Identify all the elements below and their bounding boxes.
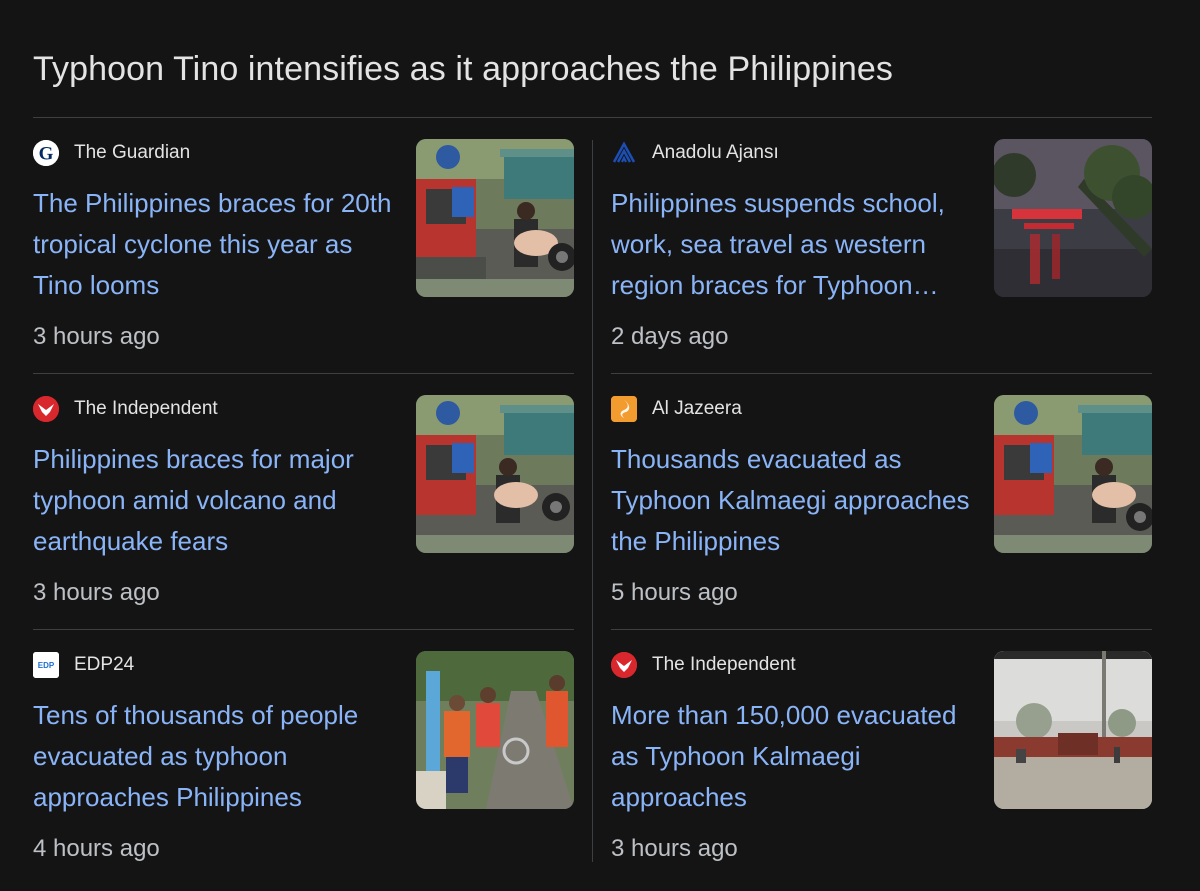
people-loading-tricycle-photo[interactable]	[994, 395, 1152, 553]
source-name: The Independent	[74, 398, 218, 419]
published-time: 3 hours ago	[33, 579, 160, 606]
svg-text:G: G	[39, 144, 54, 165]
source-name: Anadolu Ajansı	[652, 142, 779, 163]
news-card[interactable]: The Independent Philippines braces for m…	[33, 395, 574, 630]
news-source[interactable]: G The Guardian	[33, 140, 191, 166]
people-loading-tricycle-photo[interactable]	[416, 139, 574, 297]
news-card[interactable]: EDP EDP24 Tens of thousands of people ev…	[33, 651, 574, 886]
headline-link[interactable]: More than 150,000 evacuated as Typhoon K…	[611, 695, 981, 818]
news-card[interactable]: The Independent More than 150,000 evacua…	[611, 651, 1152, 886]
published-time: 3 hours ago	[611, 835, 738, 862]
news-card[interactable]: G The Guardian The Philippines braces fo…	[33, 139, 574, 374]
source-name: The Independent	[652, 654, 796, 675]
news-card[interactable]: Al Jazeera Thousands evacuated as Typhoo…	[611, 395, 1152, 630]
independent-eagle-icon	[611, 652, 637, 678]
fallen-tree-red-lights-photo[interactable]	[994, 139, 1152, 297]
independent-eagle-icon	[33, 396, 59, 422]
top-stories-panel: Typhoon Tino intensifies as it approache…	[0, 0, 1200, 891]
edp24-logo-icon: EDP	[33, 652, 59, 678]
people-loading-tricycle-photo[interactable]	[416, 395, 574, 553]
headline-link[interactable]: Thousands evacuated as Typhoon Kalmaegi …	[611, 439, 981, 562]
published-time: 2 days ago	[611, 323, 729, 350]
news-source[interactable]: EDP EDP24	[33, 652, 135, 678]
title-divider	[33, 117, 1152, 118]
news-source[interactable]: The Independent	[33, 396, 218, 422]
anadolu-logo-icon	[611, 140, 637, 166]
news-source[interactable]: The Independent	[611, 652, 796, 678]
published-time: 3 hours ago	[33, 323, 160, 350]
news-source[interactable]: Anadolu Ajansı	[611, 140, 779, 166]
news-source[interactable]: Al Jazeera	[611, 396, 742, 422]
headline-link[interactable]: Philippines braces for major typhoon ami…	[33, 439, 403, 562]
published-time: 5 hours ago	[611, 579, 738, 606]
source-name: The Guardian	[74, 142, 191, 163]
topic-title: Typhoon Tino intensifies as it approache…	[33, 50, 894, 88]
headline-link[interactable]: The Philippines braces for 20th tropical…	[33, 183, 403, 306]
guardian-logo-icon: G	[33, 140, 59, 166]
rescue-workers-street-photo[interactable]	[416, 651, 574, 809]
source-name: Al Jazeera	[652, 398, 742, 419]
aljazeera-logo-icon	[611, 396, 637, 422]
published-time: 4 hours ago	[33, 835, 160, 862]
edp24-logo-text: EDP	[38, 661, 55, 670]
news-card[interactable]: Anadolu Ajansı Philippines suspends scho…	[611, 139, 1152, 374]
column-divider	[592, 140, 593, 862]
headline-link[interactable]: Tens of thousands of people evacuated as…	[33, 695, 403, 818]
headline-link[interactable]: Philippines suspends school, work, sea t…	[611, 183, 981, 306]
flooded-street-rain-photo[interactable]	[994, 651, 1152, 809]
source-name: EDP24	[74, 654, 135, 675]
